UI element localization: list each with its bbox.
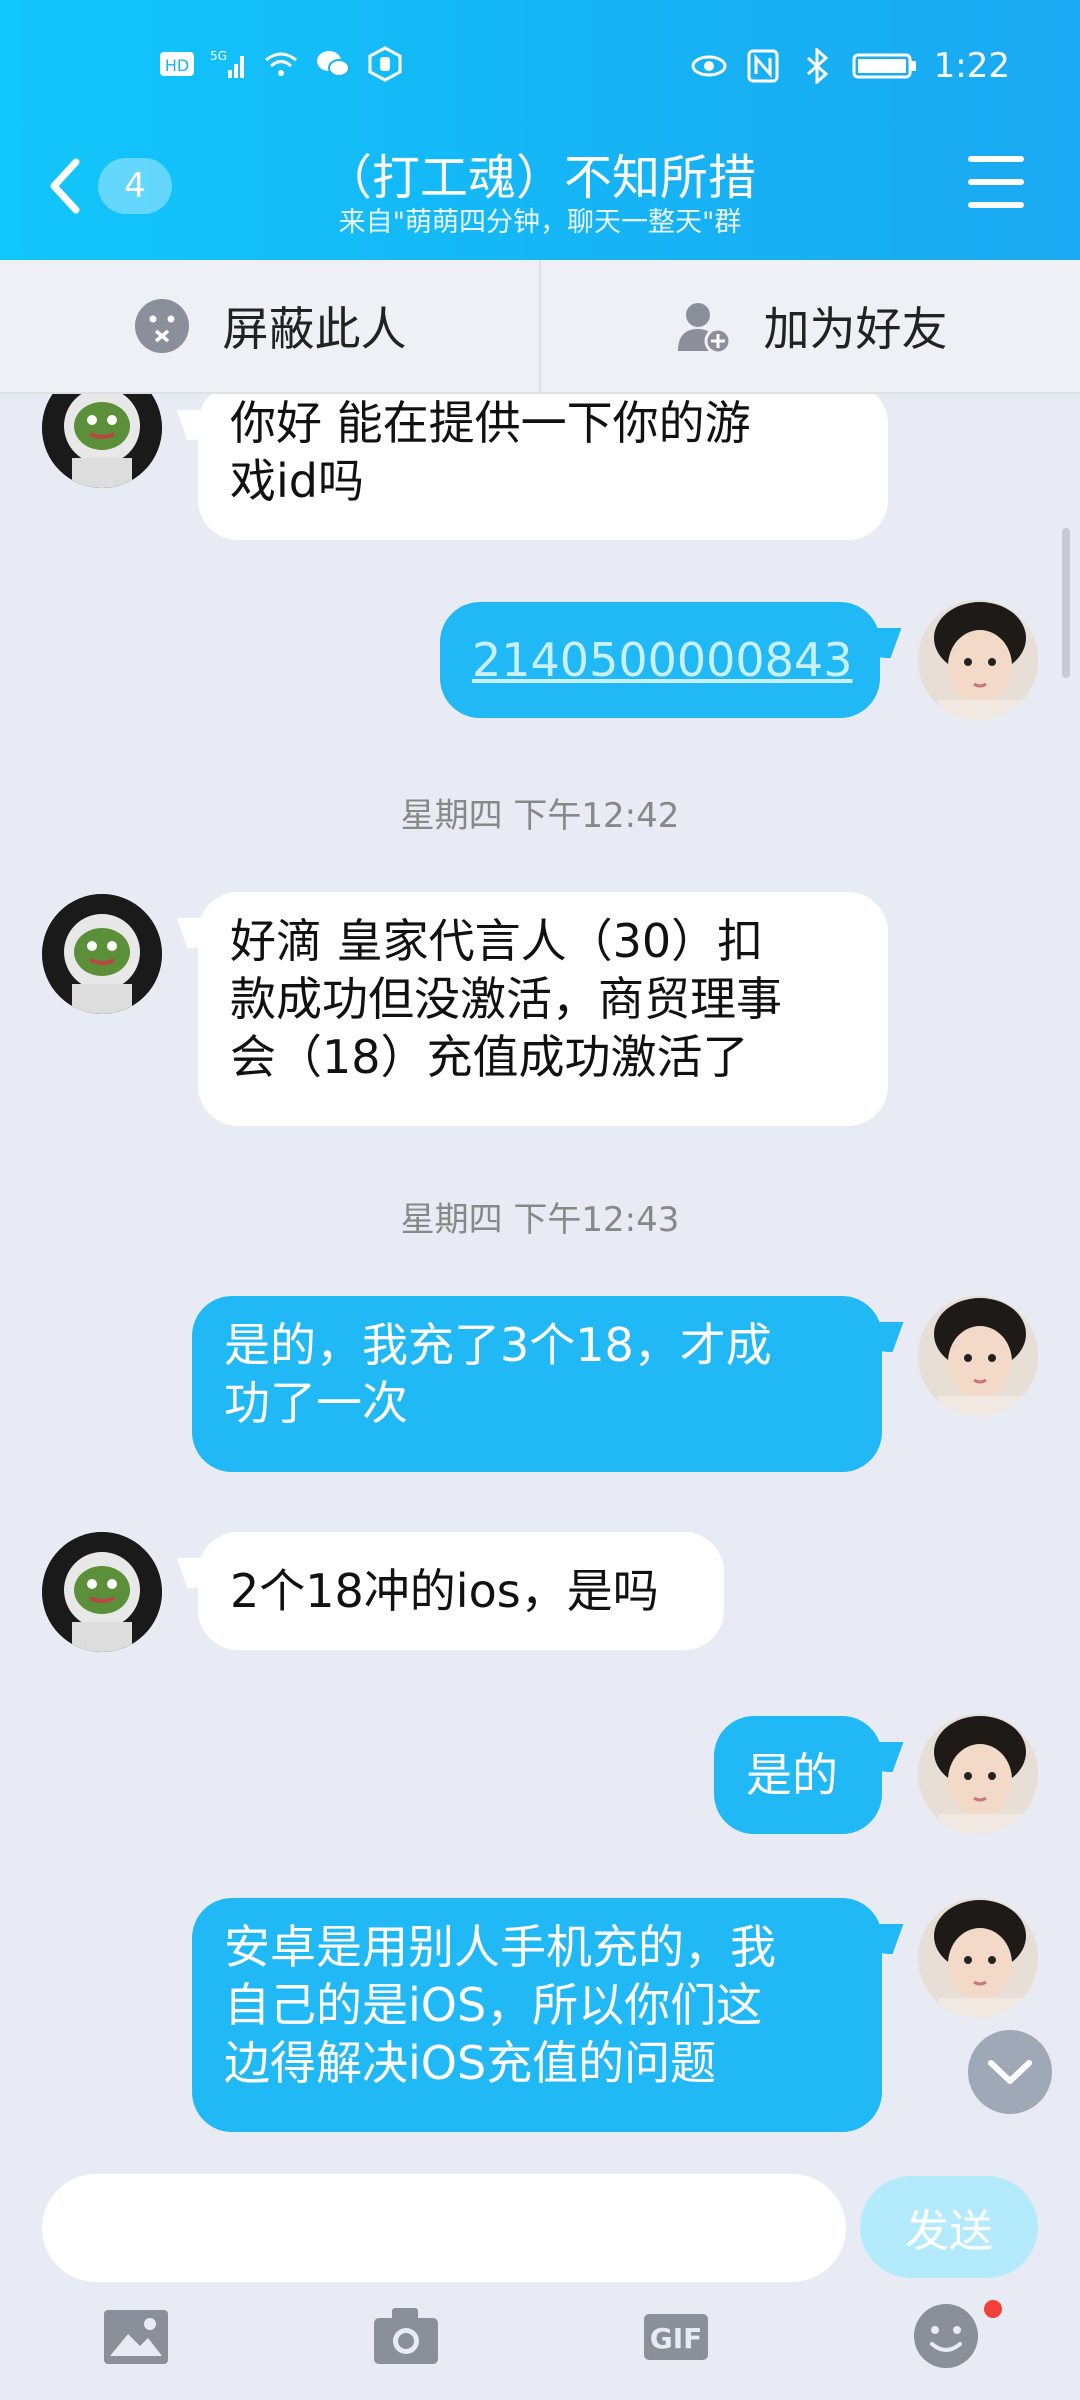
nfc-icon	[747, 49, 779, 83]
scroll-to-bottom-button[interactable]	[968, 2030, 1052, 2114]
send-button[interactable]: 发送	[860, 2176, 1038, 2278]
block-user-label: 屏蔽此人	[222, 302, 407, 356]
message-line: 安卓是用别人手机充的，我	[224, 1920, 776, 1974]
menu-line	[968, 156, 1024, 162]
unread-badge: 4	[98, 158, 172, 214]
gif-label: GIF	[650, 2322, 703, 2355]
emoji-button[interactable]	[910, 2300, 982, 2372]
message-line: 你好 能在提供一下你的游	[230, 396, 751, 450]
chat-scrollbar[interactable]	[1062, 528, 1070, 678]
input-bar: 发送 GIF	[0, 2164, 1080, 2400]
image-button[interactable]	[100, 2300, 172, 2372]
message-line: 边得解决iOS充值的问题	[224, 2036, 717, 2090]
avatar[interactable]	[42, 894, 162, 1014]
5g-signal-icon: 5G	[210, 49, 244, 78]
child-photo-avatar-icon	[918, 1714, 1038, 1834]
timestamp-separator: 星期四 下午12:42	[400, 796, 680, 836]
child-photo-avatar-icon	[918, 600, 1038, 720]
svg-text:HD: HD	[165, 56, 189, 75]
action-bar: 屏蔽此人 加为好友	[0, 260, 1080, 394]
add-person-icon	[677, 303, 731, 355]
avatar[interactable]	[42, 1532, 162, 1652]
camera-icon	[374, 2308, 438, 2364]
avatar[interactable]	[918, 600, 1038, 720]
message-text: 2个18冲的ios，是吗	[230, 1564, 659, 1618]
outgoing-message-bubble[interactable]: 安卓是用别人手机充的，我 自己的是iOS，所以你们这 边得解决iOS充值的问题	[192, 1898, 882, 2132]
hd-icon: HD	[160, 52, 194, 76]
battery-icon	[852, 53, 916, 79]
notification-dot	[984, 2300, 1002, 2318]
avatar[interactable]	[918, 1296, 1038, 1416]
menu-button[interactable]	[968, 156, 1024, 208]
child-photo-avatar-icon	[918, 1898, 1038, 2018]
astronaut-frog-avatar-icon	[42, 1532, 162, 1652]
message-text: 是的	[746, 1748, 838, 1802]
status-left-icons: HD 5G	[158, 46, 404, 82]
top-header: HD 5G 1:22 4 （打工魂）不知所措 来自"萌萌四分钟，聊天一整天"群	[0, 0, 1080, 260]
emoji-icon	[914, 2304, 978, 2368]
outgoing-message-bubble[interactable]: 是的	[714, 1716, 882, 1834]
add-friend-button[interactable]: 加为好友	[539, 260, 1080, 392]
status-time: 1:22	[933, 46, 1010, 86]
timestamp-separator: 星期四 下午12:43	[400, 1200, 680, 1240]
message-line: 自己的是iOS，所以你们这	[224, 1978, 763, 2032]
wifi-icon	[265, 52, 297, 76]
gif-button[interactable]: GIF	[640, 2300, 712, 2372]
astronaut-frog-avatar-icon	[42, 394, 162, 488]
svg-text:5G: 5G	[210, 49, 227, 63]
wechat-icon	[317, 51, 350, 77]
eye-icon	[691, 55, 727, 77]
add-friend-label: 加为好友	[763, 302, 948, 356]
avatar[interactable]	[42, 394, 162, 488]
astronaut-frog-avatar-icon	[42, 894, 162, 1014]
back-button[interactable]: 4	[44, 150, 174, 222]
block-face-icon	[134, 299, 189, 353]
status-bar: HD 5G 1:22	[0, 0, 1080, 140]
chat-title: （打工魂）不知所措	[323, 150, 756, 206]
incoming-message-bubble[interactable]: 2个18冲的ios，是吗	[198, 1532, 724, 1650]
chat-area[interactable]: 你好 能在提供一下你的游 戏id吗 2140500000843 星期四 下午12…	[0, 394, 1080, 2164]
avatar[interactable]	[918, 1714, 1038, 1834]
message-line: 是的，我充了3个18，才成	[224, 1318, 772, 1372]
status-right-icons: 1:22	[690, 46, 1010, 86]
message-line: 款成功但没激活，商贸理事	[230, 972, 782, 1026]
chat-subtitle: 来自"萌萌四分钟，聊天一整天"群	[338, 207, 742, 238]
gif-icon: GIF	[644, 2314, 708, 2360]
message-input[interactable]	[42, 2174, 846, 2282]
message-line: 戏id吗	[230, 454, 364, 508]
chevron-down-icon	[988, 2060, 1032, 2084]
child-photo-avatar-icon	[918, 1296, 1038, 1416]
hand-icon	[368, 46, 402, 82]
outgoing-message-bubble[interactable]: 是的，我充了3个18，才成 功了一次	[192, 1296, 882, 1472]
outgoing-message-bubble[interactable]: 2140500000843	[440, 602, 880, 718]
message-line: 会（18）充值成功激活了	[230, 1030, 749, 1084]
image-icon	[104, 2310, 168, 2364]
avatar[interactable]	[918, 1898, 1038, 2018]
incoming-message-bubble[interactable]: 你好 能在提供一下你的游 戏id吗	[198, 394, 888, 540]
game-id-link[interactable]: 2140500000843	[472, 633, 852, 687]
message-line: 功了一次	[224, 1376, 408, 1430]
incoming-message-bubble[interactable]: 好滴 皇家代言人（30）扣 款成功但没激活，商贸理事 会（18）充值成功激活了	[198, 892, 888, 1126]
message-line: 好滴 皇家代言人（30）扣	[230, 914, 764, 968]
camera-button[interactable]	[370, 2300, 442, 2372]
menu-line	[968, 179, 1024, 185]
chevron-left-icon	[50, 158, 80, 214]
bluetooth-icon	[806, 48, 828, 84]
menu-line	[968, 202, 1024, 208]
block-user-button[interactable]: 屏蔽此人	[0, 260, 539, 392]
